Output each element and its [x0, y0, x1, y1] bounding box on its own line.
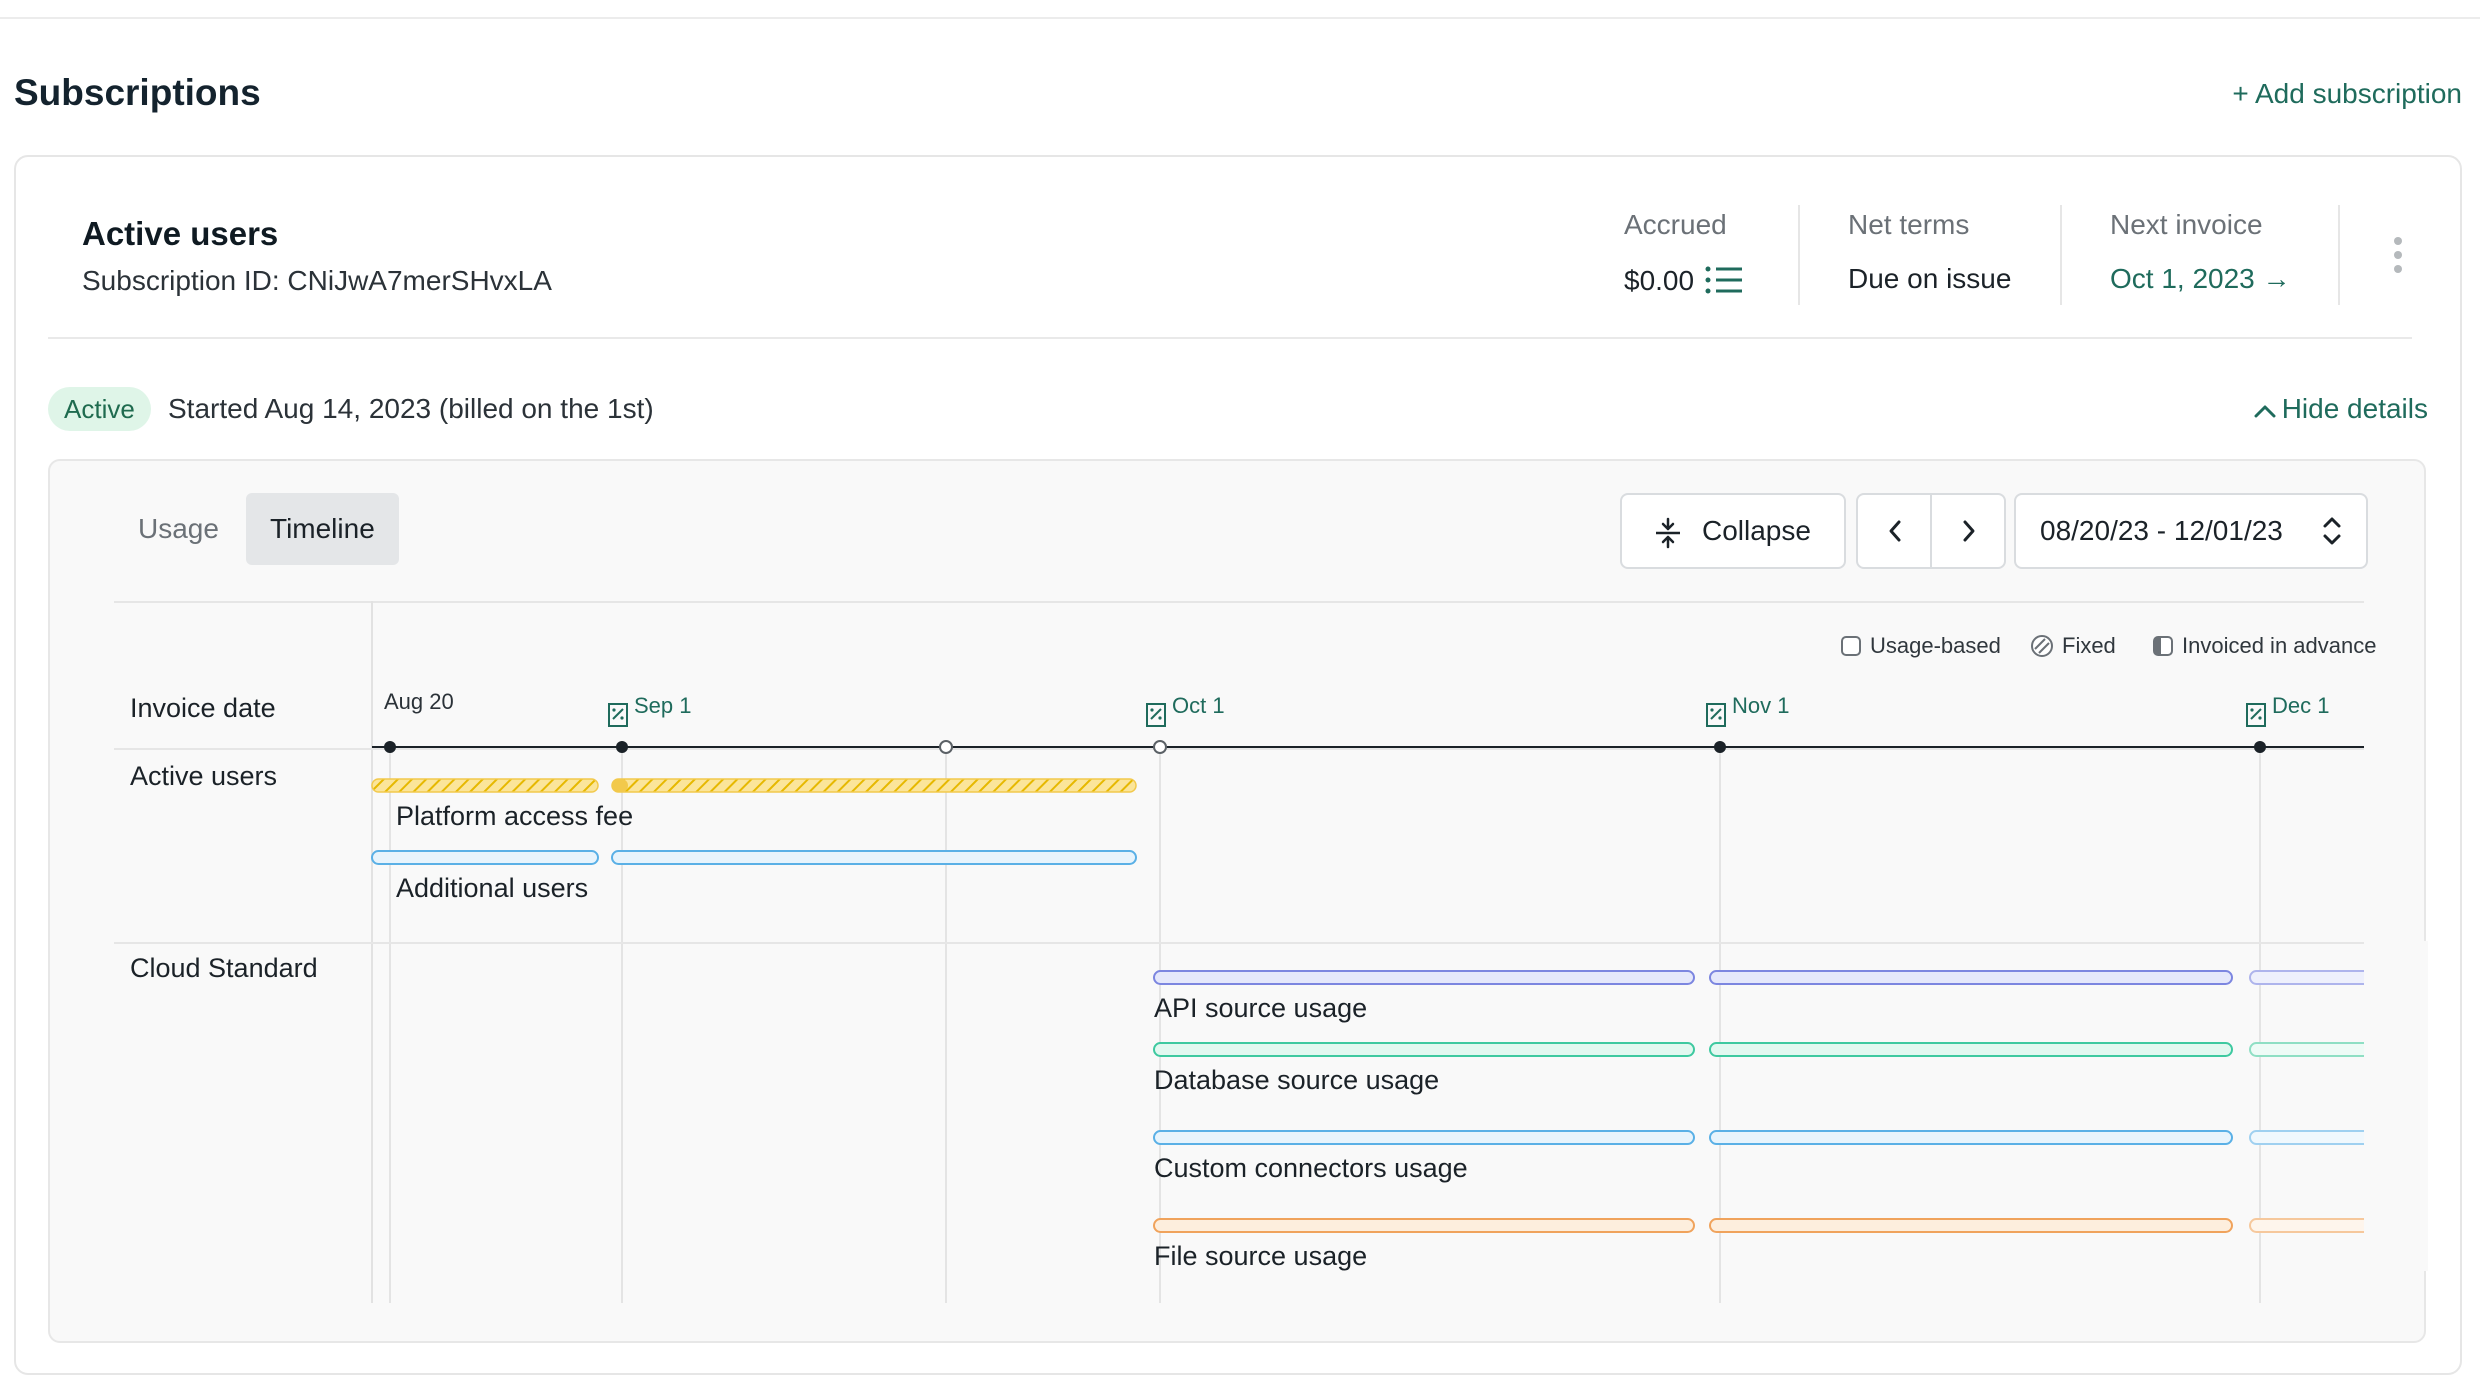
hide-details-label: Hide details	[2281, 393, 2428, 424]
next-invoice-link[interactable]: Oct 1, 2023 →	[2110, 263, 2291, 295]
chevron-up-icon	[2254, 405, 2276, 418]
top-divider	[0, 17, 2480, 19]
timeline-date-sep-1[interactable]: Sep 1	[634, 693, 692, 719]
accrued-label: Accrued	[1624, 209, 1727, 240]
net-terms-label: Net terms	[1848, 209, 1970, 240]
meta-separator	[1798, 205, 1800, 305]
bar-label-file-source-usage: File source usage	[1154, 1241, 1368, 1271]
invoice-icon	[608, 703, 628, 727]
add-subscription-button[interactable]: + Add subscription	[2232, 78, 2462, 110]
hide-details-button[interactable]: Hide details	[2254, 393, 2428, 425]
timeline-date-dec-1[interactable]: Dec 1	[2272, 693, 2329, 719]
bar-label-additional-users: Additional users	[396, 873, 589, 903]
more-options-icon[interactable]	[2388, 237, 2408, 281]
accrued-value: $0.00	[1624, 265, 1695, 296]
invoice-icon	[1706, 703, 1726, 727]
timeline-date-oct-1[interactable]: Oct 1	[1172, 693, 1225, 719]
meta-separator	[2060, 205, 2062, 305]
list-icon[interactable]	[1704, 265, 1744, 295]
bar-label-api-source-usage: API source usage	[1154, 993, 1368, 1023]
page-title: Subscriptions	[14, 72, 261, 113]
invoice-icon	[2246, 703, 2266, 727]
net-terms-value: Due on issue	[1848, 263, 2012, 294]
started-text: Started Aug 14, 2023 (billed on the 1st)	[168, 393, 654, 424]
details-panel: Usage Timeline Collapse 08/20/23 - 12/01…	[48, 459, 2428, 1343]
card-divider	[48, 337, 2412, 339]
subscription-id: Subscription ID: CNiJwA7merSHvxLA	[82, 265, 552, 296]
next-invoice-label: Next invoice	[2110, 209, 2263, 240]
status-badge: Active	[48, 387, 151, 431]
bar-label-custom-connectors-usage: Custom connectors usage	[1154, 1153, 1468, 1183]
timeline-date-nov-1[interactable]: Nov 1	[1732, 693, 1789, 719]
meta-separator	[2338, 205, 2340, 305]
bar-label-platform-access-fee: Platform access fee	[396, 801, 634, 831]
timeline-date-aug-20: Aug 20	[384, 689, 454, 714]
subscription-name: Active users	[82, 215, 279, 252]
bar-label-database-source-usage: Database source usage	[1154, 1065, 1440, 1095]
subscription-card: Active users Subscription ID: CNiJwA7mer…	[14, 155, 2462, 1375]
invoice-icon	[1146, 703, 1166, 727]
